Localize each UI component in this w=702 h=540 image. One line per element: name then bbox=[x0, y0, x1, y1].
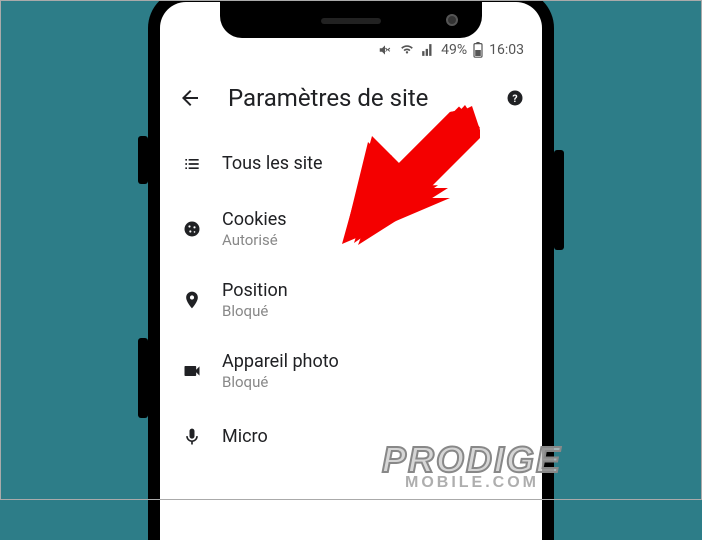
location-icon bbox=[182, 290, 222, 310]
phone-side-button bbox=[138, 136, 148, 184]
phone-side-button bbox=[554, 150, 564, 250]
wifi-icon bbox=[399, 43, 415, 57]
row-label: Tous les site bbox=[222, 152, 524, 175]
battery-icon bbox=[473, 42, 483, 58]
list-icon bbox=[182, 154, 222, 174]
row-status: Autorisé bbox=[222, 231, 524, 251]
status-bar: 49% 16:03 bbox=[377, 42, 524, 58]
camera-icon bbox=[182, 361, 222, 381]
signal-icon bbox=[421, 43, 435, 57]
app-header: Paramètres de site ? bbox=[160, 70, 542, 130]
phone-frame: 49% 16:03 Paramètres de site ? Tous les … bbox=[148, 0, 554, 540]
page-title: Paramètres de site bbox=[228, 84, 506, 112]
svg-text:?: ? bbox=[512, 92, 517, 105]
battery-percent: 49% bbox=[441, 42, 467, 58]
app-screen: Paramètres de site ? Tous les site Cook bbox=[160, 70, 542, 540]
cookie-icon bbox=[182, 219, 222, 239]
row-all-sites[interactable]: Tous les site bbox=[160, 134, 542, 194]
phone-notch bbox=[220, 2, 482, 38]
row-label: Appareil photo bbox=[222, 350, 524, 373]
speaker-icon bbox=[321, 18, 381, 24]
help-button[interactable]: ? bbox=[506, 89, 524, 107]
settings-list: Tous les site Cookies Autorisé Position bbox=[160, 130, 542, 471]
row-micro[interactable]: Micro bbox=[160, 407, 542, 467]
camera-icon bbox=[446, 14, 458, 26]
row-label: Position bbox=[222, 279, 524, 302]
phone-side-button bbox=[138, 338, 148, 418]
row-position[interactable]: Position Bloqué bbox=[160, 265, 542, 336]
row-label: Micro bbox=[222, 425, 524, 448]
row-status: Bloqué bbox=[222, 302, 524, 322]
row-camera[interactable]: Appareil photo Bloqué bbox=[160, 336, 542, 407]
back-button[interactable] bbox=[178, 86, 202, 110]
row-label: Cookies bbox=[222, 208, 524, 231]
clock-text: 16:03 bbox=[489, 42, 524, 58]
mic-icon bbox=[182, 427, 222, 447]
row-status: Bloqué bbox=[222, 373, 524, 393]
mute-icon bbox=[377, 43, 393, 57]
row-cookies[interactable]: Cookies Autorisé bbox=[160, 194, 542, 265]
